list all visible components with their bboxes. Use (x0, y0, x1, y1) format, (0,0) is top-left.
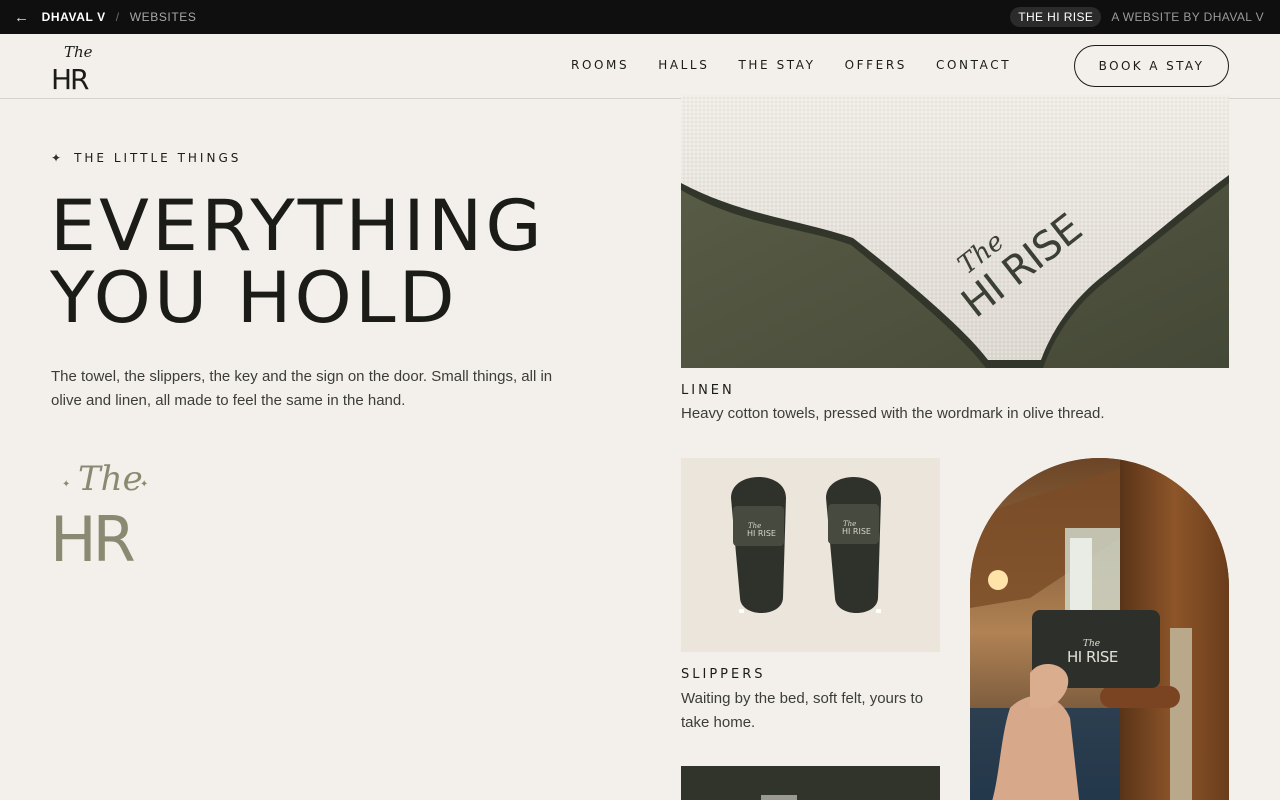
page-title: EVERYTHING YOU HOLD (50, 190, 545, 334)
site-credit: THE HI RISE A WEBSITE BY DHAVAL V (1010, 7, 1264, 27)
logo-script-text: The (64, 43, 93, 61)
room-key-card-image: The HI RISE (970, 458, 1229, 800)
headline-line-2: YOU HOLD (50, 257, 458, 339)
section-eyebrow: ✦ THE LITTLE THINGS (51, 151, 241, 165)
intro-paragraph: The towel, the slippers, the key and the… (51, 368, 553, 409)
slippers-title: SLIPPERS (681, 667, 766, 682)
door-sign-image (681, 766, 940, 800)
site-name-badge: THE HI RISE (1010, 7, 1102, 27)
breadcrumb: ← DHAVAL V / WEBSITES (14, 10, 197, 25)
breadcrumb-owner-link[interactable]: DHAVAL V (42, 10, 106, 24)
site-logo[interactable]: The HR (50, 41, 106, 91)
logo-mark-text: HR (51, 63, 89, 91)
nav-link-the-stay[interactable]: THE STAY (738, 58, 815, 72)
nav-link-halls[interactable]: HALLS (658, 58, 709, 72)
nav-links: ROOMS HALLS THE STAY OFFERS CONTACT (571, 58, 1040, 72)
linen-towel-image: The HI RISE (681, 95, 1229, 368)
breadcrumb-websites-link[interactable]: WEBSITES (130, 10, 197, 24)
book-a-stay-button[interactable]: BOOK A STAY (1074, 45, 1229, 87)
headline-line-1: EVERYTHING (50, 185, 545, 267)
nav-link-offers[interactable]: OFFERS (845, 58, 907, 72)
linen-title: LINEN (681, 383, 735, 398)
slippers-image: The HI RISE The HI RISE (681, 458, 940, 652)
main-navigation: The HR ROOMS HALLS THE STAY OFFERS CONTA… (0, 34, 1280, 99)
nav-link-rooms[interactable]: ROOMS (571, 58, 629, 72)
slippers-description: Waiting by the bed, soft felt, yours to … (681, 690, 924, 731)
top-strip: ← DHAVAL V / WEBSITES THE HI RISE A WEBS… (0, 0, 1280, 34)
breadcrumb-separator: / (115, 10, 120, 24)
site-credit-text: A WEBSITE BY DHAVAL V (1111, 10, 1264, 24)
monogram-star-left-icon: ✦ (62, 479, 70, 490)
key-card-mark: HI RISE (1067, 648, 1118, 666)
nav-link-contact[interactable]: CONTACT (936, 58, 1011, 72)
monogram-star-right-icon: ✦ (140, 479, 148, 490)
slipper-left-mark: HI RISE (747, 529, 776, 538)
eyebrow-text: THE LITTLE THINGS (74, 151, 242, 165)
slipper-right-mark: HI RISE (842, 527, 871, 536)
sparkle-icon: ✦ (51, 151, 65, 165)
monogram-script-text: The (78, 459, 143, 499)
linen-description: Heavy cotton towels, pressed with the wo… (681, 405, 1105, 422)
hotel-monogram-logo: The ✦ ✦ HR (50, 459, 148, 564)
monogram-mark-text: HR (50, 503, 135, 564)
back-arrow-icon[interactable]: ← (14, 10, 30, 25)
